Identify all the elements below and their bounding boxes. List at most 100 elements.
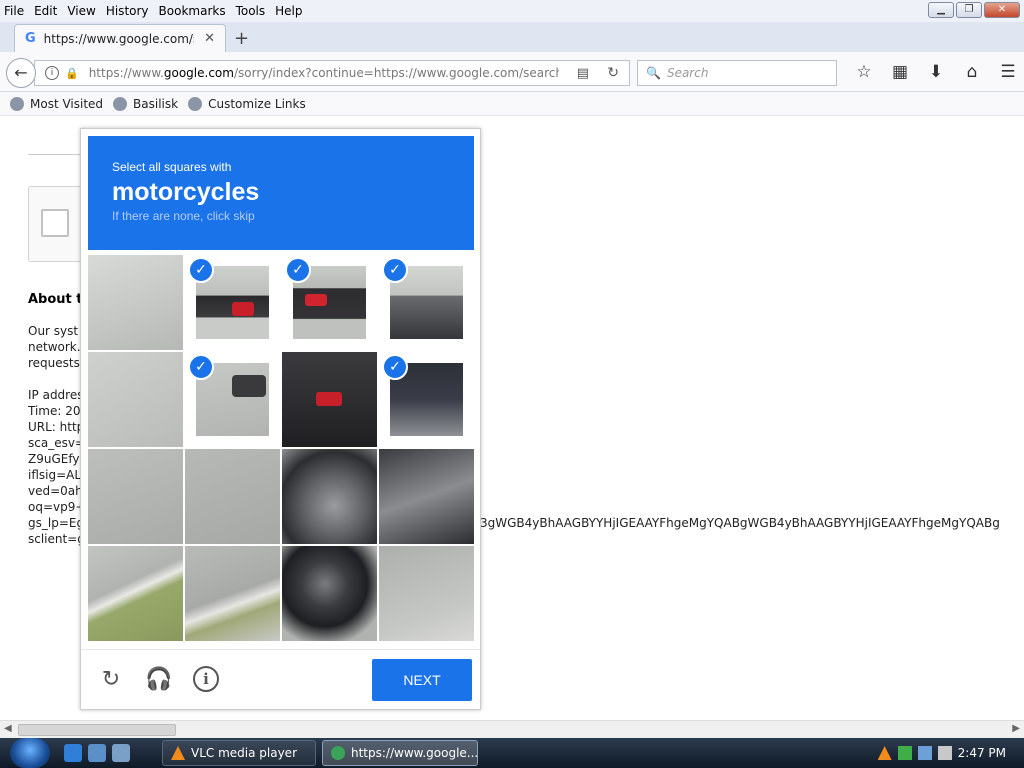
page-text-line: network. [28,340,81,354]
bookmark-basilisk[interactable]: Basilisk [113,96,178,111]
menu-hamburger-icon[interactable]: ☰ [990,62,1024,82]
tab-title: https://www.google.com/se [43,31,194,46]
tab-strip: G https://www.google.com/se ✕ + [0,22,1024,52]
recaptcha-anchor [28,186,88,262]
library-icon[interactable]: ▦ [882,62,918,82]
page-text-line: URL: http [28,420,85,434]
back-button[interactable]: ← [6,58,36,88]
horizontal-scrollbar[interactable]: ◀ ▶ [0,720,1024,738]
vlc-icon [171,746,185,760]
url-bar[interactable]: i 🔒 https://www.google.com/sorry/index?c… [34,60,630,86]
reload-challenge-icon[interactable]: ↻ [97,666,125,694]
menu-view[interactable]: View [67,4,95,18]
browser-tab[interactable]: G https://www.google.com/se ✕ [14,24,226,52]
bookmark-most-visited[interactable]: Most Visited [10,96,103,111]
clock[interactable]: 2:47 PM [958,746,1006,760]
grid-tile[interactable] [88,352,183,447]
menu-history[interactable]: History [106,4,149,18]
url-text[interactable]: https://www.google.com/sorry/index?conti… [89,66,559,80]
grid-tile[interactable] [282,546,377,641]
selected-check-icon: ✓ [382,354,408,380]
selected-check-icon: ✓ [188,354,214,380]
grid-tile[interactable] [379,546,474,641]
menu-help[interactable]: Help [275,4,302,18]
nav-bar: i 🔒 https://www.google.com/sorry/index?c… [0,52,1024,92]
page-text-line: sclient=g [28,532,85,546]
window-controls: ▁ ❐ ✕ [926,2,1020,18]
network-icon[interactable] [917,746,932,760]
search-icon: 🔍 [646,66,661,80]
downloads-icon[interactable]: ⬇ [918,62,954,82]
switch-windows-icon[interactable] [112,744,130,762]
recaptcha-challenge: Select all squares with motorcycles If t… [80,128,481,710]
reload-icon[interactable]: ↻ [607,65,619,81]
search-placeholder: Search [666,66,709,80]
start-button-icon[interactable] [10,738,50,768]
system-tray: 2:47 PM [864,738,1024,768]
globe-icon [113,96,128,111]
challenge-target: motorcycles [112,178,260,206]
page-text-overflow: 3gWGB4yBhAAGBYYHjIGEAAYFhgeMgYQABgWGB4yB… [480,516,1000,530]
flag-icon[interactable] [897,746,912,760]
restore-icon[interactable]: ❐ [956,2,982,18]
grid-tile[interactable] [88,255,183,350]
scroll-left-icon[interactable]: ◀ [4,723,12,734]
page-text-line: Time: 20 [28,404,81,418]
reader-view-icon[interactable]: ▤ [577,66,589,81]
minimize-icon[interactable]: ▁ [928,2,954,18]
browser-icon [331,746,345,760]
site-info-icon[interactable]: i [45,66,59,80]
image-grid: ✓ ✓ ✓ ✓ ✓ [88,255,474,641]
bookmark-star-icon[interactable]: ☆ [846,62,882,82]
page-text-line: Z9uGEfy [28,452,80,466]
grid-tile[interactable] [185,546,280,641]
selected-check-icon: ✓ [382,257,408,283]
search-input[interactable]: 🔍 Search [637,60,837,86]
scroll-thumb[interactable] [18,724,176,736]
new-tab-icon[interactable]: + [234,28,249,49]
not-robot-checkbox[interactable] [41,209,69,237]
bookmarks-bar: Most Visited Basilisk Customize Links [0,92,1024,116]
close-icon[interactable]: ✕ [984,2,1020,18]
vlc-tray-icon[interactable] [877,746,892,760]
menu-bar: File Edit View History Bookmarks Tools H… [0,0,1024,22]
page-text-line: sca_esv= [28,436,85,450]
show-desktop-icon[interactable] [88,744,106,762]
next-button[interactable]: NEXT [372,659,472,701]
taskbar: VLC media player https://www.google... 2… [0,738,1024,768]
globe-icon [188,96,203,111]
grid-tile[interactable] [185,449,280,544]
challenge-instruction: Select all squares with [112,160,232,174]
menu-file[interactable]: File [4,4,24,18]
page-text-line: gs_lp=Eg [28,516,85,530]
lock-icon: 🔒 [65,66,79,80]
grid-tile[interactable] [379,449,474,544]
help-info-icon[interactable]: i [193,666,219,692]
page-text-line: requests [28,356,80,370]
menu-bookmarks[interactable]: Bookmarks [159,4,226,18]
google-favicon-icon: G [25,31,36,46]
grid-tile[interactable] [282,352,377,447]
menu-tools[interactable]: Tools [236,4,266,18]
page-text-line: ved=0ah [28,484,83,498]
challenge-header: Select all squares with motorcycles If t… [88,136,474,250]
volume-muted-icon[interactable] [937,746,952,760]
challenge-footer: ↻ 🎧 i NEXT [81,649,480,709]
grid-tile[interactable] [88,449,183,544]
grid-tile[interactable] [282,449,377,544]
taskbar-vlc[interactable]: VLC media player [162,740,316,766]
tab-close-icon[interactable]: ✕ [204,31,215,46]
page-text-line: Our syst [28,324,79,338]
menu-edit[interactable]: Edit [34,4,57,18]
globe-icon [10,96,24,111]
grid-tile[interactable] [88,546,183,641]
page-text-line: iflsig=AL [28,468,82,482]
challenge-hint: If there are none, click skip [112,209,255,223]
divider [28,154,88,155]
taskbar-browser[interactable]: https://www.google... [322,740,478,766]
internet-explorer-icon[interactable] [64,744,82,762]
bookmark-customize-links[interactable]: Customize Links [188,96,306,111]
home-icon[interactable]: ⌂ [954,62,990,82]
scroll-right-icon[interactable]: ▶ [1012,723,1020,734]
audio-challenge-icon[interactable]: 🎧 [145,666,173,694]
